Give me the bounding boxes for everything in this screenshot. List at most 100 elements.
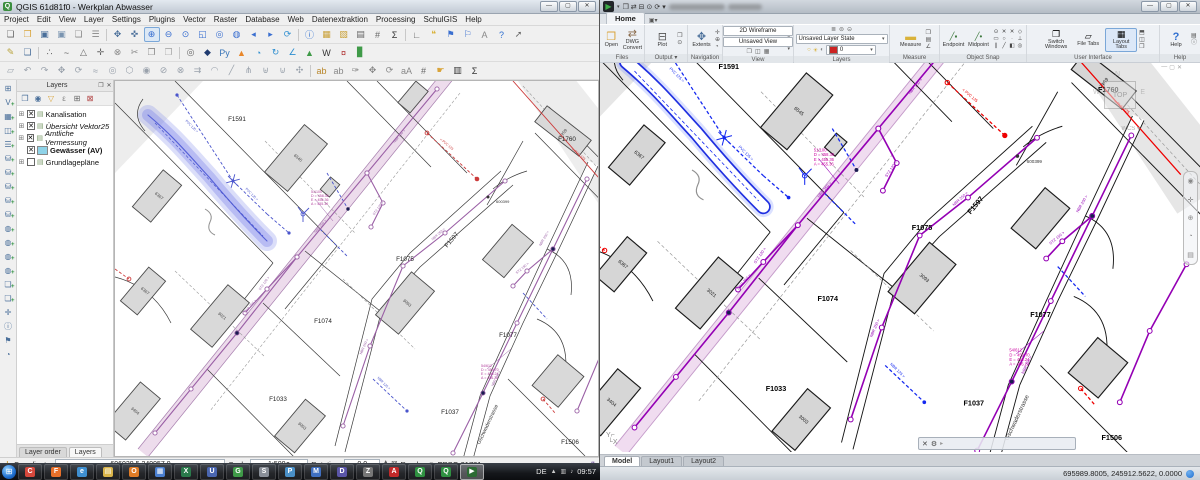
compass-tool-icon[interactable]: ◔ bbox=[251, 45, 267, 60]
tray-expand-icon[interactable]: ▲ bbox=[551, 469, 557, 475]
georeferencer-tool-icon[interactable]: ◔ bbox=[2, 347, 15, 361]
zoom-next-icon[interactable]: ▸ bbox=[263, 27, 279, 42]
panel-close-icon[interactable]: ✕ bbox=[105, 82, 113, 89]
help-button[interactable]: ? Help bbox=[1163, 31, 1189, 49]
snap-grid-icons[interactable]: ⊙✕✕◇ ▭○∙⊥ ∥╱◧◎ bbox=[992, 29, 1024, 50]
zoom-to-layer-icon[interactable]: ◍ bbox=[229, 27, 245, 42]
menu-processing[interactable]: Processing bbox=[372, 15, 420, 24]
wikipedia-plugin-icon[interactable]: W bbox=[319, 45, 335, 60]
trueview-logo-icon[interactable]: ▶ bbox=[603, 1, 614, 12]
ui-mini-icons[interactable]: ⬒◫❐ bbox=[1139, 30, 1145, 50]
display-icon[interactable]: ▥ bbox=[561, 468, 567, 475]
expander-icon[interactable]: ⊞ bbox=[18, 110, 25, 118]
menu-datenextraktion[interactable]: Datenextraktion bbox=[308, 15, 372, 24]
open-button[interactable]: ❒ Open bbox=[602, 31, 621, 49]
qgis-map-canvas[interactable]: 6545654263676367302130933003340460039951… bbox=[114, 80, 599, 457]
statistical-summary-icon[interactable]: Σ bbox=[387, 27, 403, 42]
plot-button[interactable]: ⊟ Plot bbox=[649, 31, 675, 49]
ribbon-options-icon[interactable]: ▣▾ bbox=[649, 17, 658, 24]
layer-checkbox[interactable]: ✕ bbox=[27, 110, 35, 118]
pan-to-selection-icon[interactable]: ✜ bbox=[127, 27, 143, 42]
help-contents-icon[interactable]: ? bbox=[494, 27, 510, 42]
menu-project[interactable]: Project bbox=[0, 15, 33, 24]
plugin-tool-icon[interactable]: ⚑ bbox=[2, 333, 15, 347]
layout-columns-icon[interactable]: ▥ bbox=[450, 63, 466, 78]
refresh-map-icon[interactable]: ⟳ bbox=[280, 27, 296, 42]
dwg-convert-button[interactable]: ⇄ DWG Convert bbox=[623, 28, 642, 51]
menu-web[interactable]: Web bbox=[284, 15, 308, 24]
trueview-drawing-canvas[interactable]: 6545654263676367302130933003340460039951… bbox=[600, 63, 1200, 454]
taskbar-qgis-desktop[interactable]: Q bbox=[408, 464, 432, 480]
panel-tab-layer-order[interactable]: Layer order bbox=[19, 447, 67, 457]
map-tips-icon[interactable]: ❝ bbox=[426, 27, 442, 42]
taskbar-qgis-browser[interactable]: Q bbox=[434, 464, 458, 480]
taskbar-windows-explorer[interactable]: ▤ bbox=[96, 464, 120, 480]
add-point-feature-icon[interactable]: ∴ bbox=[42, 45, 58, 60]
value-tool-icon[interactable]: ⓘ bbox=[2, 319, 15, 333]
tab-home[interactable]: Home bbox=[606, 12, 645, 24]
move-feature-icon[interactable]: ✥ bbox=[54, 63, 70, 78]
statistics-tool-icon[interactable]: Σ bbox=[467, 63, 483, 78]
endpoint-snap-button[interactable]: ╱▪ Endpoint bbox=[942, 31, 965, 49]
menu-settings[interactable]: Settings bbox=[108, 15, 145, 24]
status-toggle-icon[interactable] bbox=[1186, 470, 1194, 478]
search-plugin-icon[interactable]: ¤ bbox=[336, 45, 352, 60]
azimuth-tool-icon[interactable]: ∠ bbox=[285, 45, 301, 60]
taskbar-archive-tool[interactable]: Z bbox=[356, 464, 380, 480]
clock[interactable]: 09:57 bbox=[577, 467, 596, 476]
crs-status-icon[interactable]: ◎ bbox=[183, 45, 199, 60]
taskbar-internet-explorer[interactable]: e bbox=[70, 464, 94, 480]
show-bookmarks-icon[interactable]: ⚐ bbox=[460, 27, 476, 42]
layer-item[interactable]: ⊞▤Grundlagepläne bbox=[18, 156, 113, 168]
taskbar-chrome[interactable]: C bbox=[18, 464, 42, 480]
lock-fade-icon[interactable]: ◐ bbox=[820, 47, 824, 53]
midpoint-snap-button[interactable]: ╱• Midpoint bbox=[967, 31, 990, 49]
add-postgis-layer-icon[interactable]: ⛁+ bbox=[2, 151, 15, 165]
zoom-last-icon[interactable]: ◂ bbox=[246, 27, 262, 42]
undo-icon[interactable]: ↶ bbox=[20, 63, 36, 78]
save-layer-edits-icon[interactable]: ❏ bbox=[20, 45, 36, 60]
deselect-features-icon[interactable]: ▧ bbox=[336, 27, 352, 42]
qgis-titlebar[interactable]: Q QGIS 61d81f0 - Werkplan Abwasser — ▢ ✕ bbox=[0, 0, 599, 14]
copy-features-icon[interactable]: ❐ bbox=[144, 45, 160, 60]
switch-windows-button[interactable]: ❐ Switch Windows bbox=[1041, 29, 1071, 51]
taskbar-openoffice[interactable]: O bbox=[122, 464, 146, 480]
volume-icon[interactable]: ♪ bbox=[570, 469, 573, 475]
paste-features-icon[interactable]: ❐ bbox=[161, 45, 177, 60]
pin-labels-icon[interactable]: ✑ bbox=[348, 63, 364, 78]
new-geopackage-layer-icon[interactable]: ❏+ bbox=[2, 277, 15, 291]
plot-icon[interactable]: ⊟ bbox=[639, 3, 645, 11]
new-shapefile-layer-icon[interactable]: ❏+ bbox=[2, 291, 15, 305]
processing-toolbox-icon[interactable]: ▲ bbox=[234, 45, 250, 60]
split-features-icon[interactable]: ╱ bbox=[224, 63, 240, 78]
start-button[interactable]: ⊞ bbox=[2, 465, 16, 479]
taskbar-excel[interactable]: X bbox=[174, 464, 198, 480]
save-project-as-icon[interactable]: ▣ bbox=[54, 27, 70, 42]
menu-raster[interactable]: Raster bbox=[210, 15, 242, 24]
layer-item[interactable]: ⊞✕▤Kanalisation bbox=[18, 108, 113, 120]
cut-features-icon[interactable]: ✂ bbox=[127, 45, 143, 60]
new-bookmark-icon[interactable]: ⚑ bbox=[443, 27, 459, 42]
add-arcgis-rest-layer-icon[interactable]: ◍+ bbox=[2, 263, 15, 277]
rotate-map-icon[interactable]: ↻ bbox=[268, 45, 284, 60]
qgis-map-svg[interactable]: 6545654263676367302130933003340460039951… bbox=[115, 81, 599, 457]
layer-checkbox[interactable]: ✕ bbox=[27, 122, 35, 130]
zoom-in-icon[interactable]: ⊕ bbox=[144, 27, 160, 42]
help-mini-icons[interactable]: ▤ⓘ bbox=[1191, 33, 1197, 46]
delete-ring-icon[interactable]: ⊘ bbox=[156, 63, 172, 78]
new-print-layout-icon[interactable]: ❏ bbox=[71, 27, 87, 42]
vertex-tool-icon[interactable]: ✛ bbox=[93, 45, 109, 60]
taskbar-green-utility[interactable]: G bbox=[226, 464, 250, 480]
add-virtual-layer-icon[interactable]: ⛁+ bbox=[2, 207, 15, 221]
fill-ring-icon[interactable]: ◉ bbox=[139, 63, 155, 78]
merge-features-icon[interactable]: ⊎ bbox=[258, 63, 274, 78]
layer-checkbox[interactable]: ✕ bbox=[27, 146, 35, 154]
split-parts-icon[interactable]: ⋔ bbox=[241, 63, 257, 78]
taskbar-media-player[interactable]: M bbox=[304, 464, 328, 480]
taskbar-photo-viewer[interactable]: P bbox=[278, 464, 302, 480]
trueview-map-svg[interactable]: 6545654263676367302130933003340460039951… bbox=[600, 63, 1200, 452]
maximize-button[interactable]: ▢ bbox=[559, 1, 577, 12]
menu-edit[interactable]: Edit bbox=[33, 15, 55, 24]
profile-tool-icon[interactable]: ▲ bbox=[302, 45, 318, 60]
taskbar-snipping-tool[interactable]: S bbox=[252, 464, 276, 480]
